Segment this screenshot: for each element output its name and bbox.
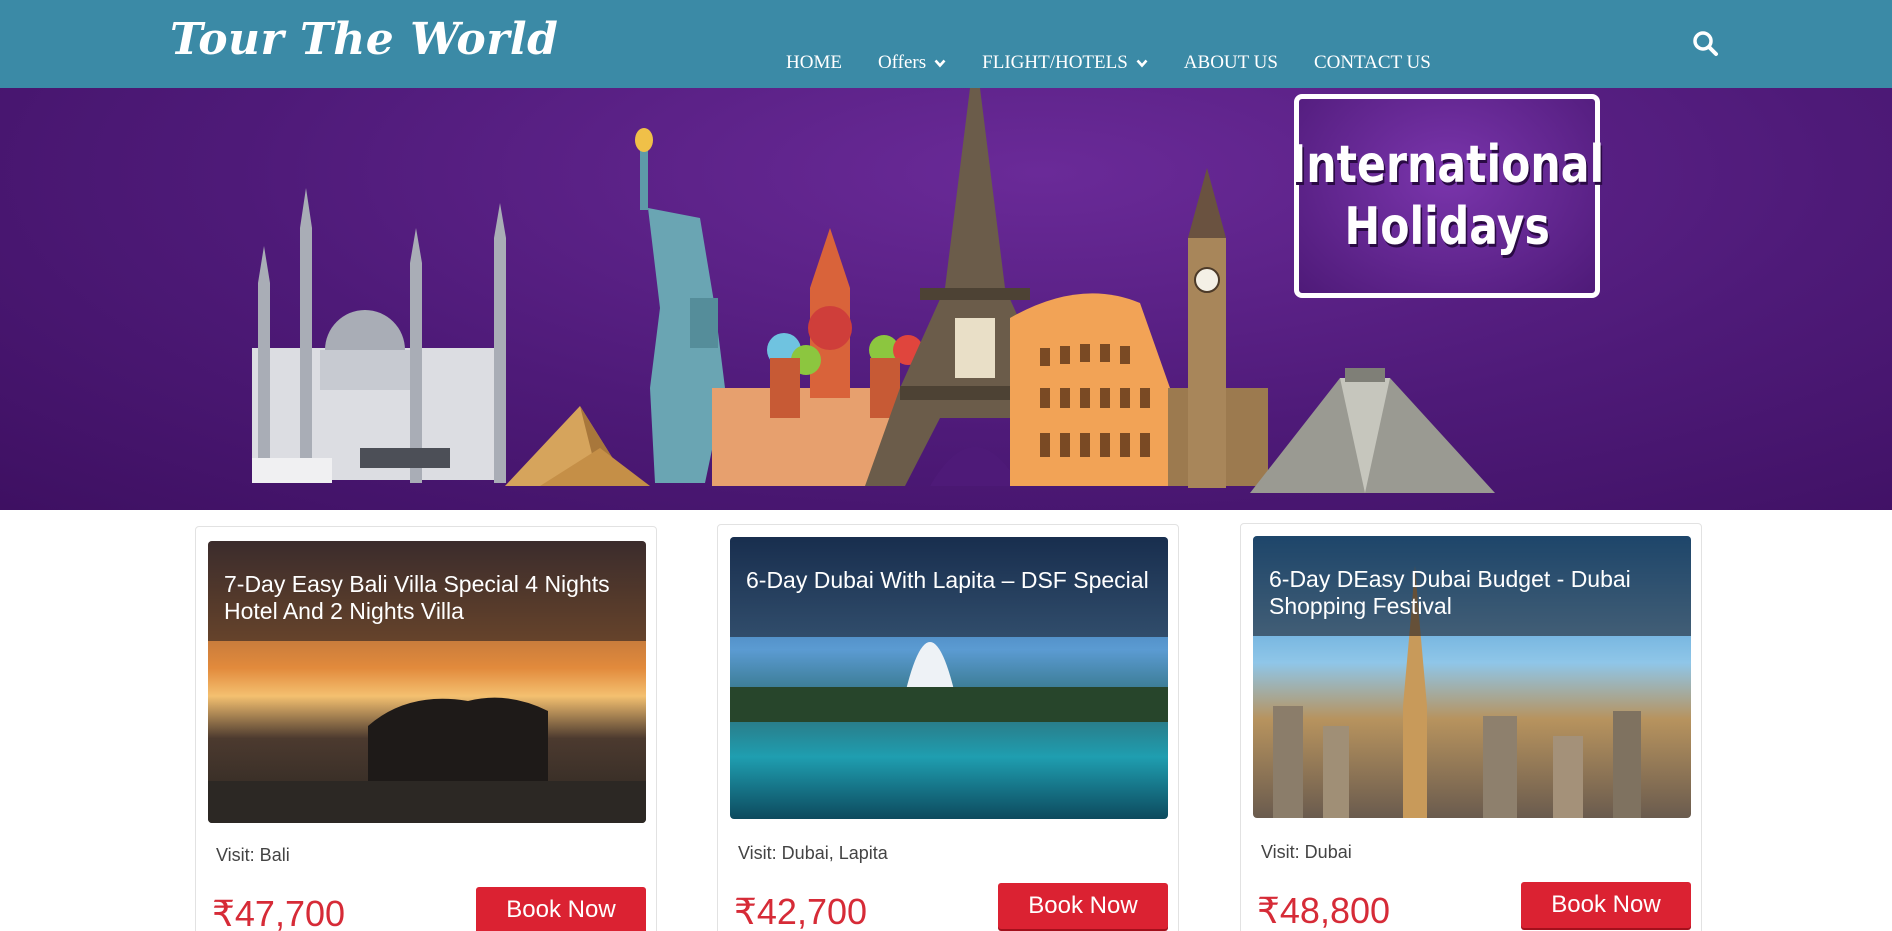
promo-line-1: International <box>1290 134 1604 195</box>
package-visit: Visit: Dubai <box>1261 842 1352 862</box>
hero-banner: International Holidays <box>0 88 1892 510</box>
book-now-button[interactable]: Book Now <box>998 883 1168 929</box>
nav-about-us[interactable]: ABOUT US <box>1184 52 1278 74</box>
package-card: 6-Day Dubai With Lapita – DSF Special Vi… <box>717 524 1179 931</box>
package-price: ₹47,700 <box>212 893 346 931</box>
nav-flight-hotels-label: FLIGHT/HOTELS <box>982 52 1128 73</box>
pyramids-icon <box>505 406 650 486</box>
package-price: ₹42,700 <box>734 891 868 931</box>
chichen-itza-icon <box>1250 368 1495 493</box>
search-icon <box>1693 31 1718 56</box>
book-now-button[interactable]: Book Now <box>1521 882 1691 928</box>
blue-mosque-icon <box>252 188 506 483</box>
nav-contact-us-label: CONTACT US <box>1313 52 1431 73</box>
package-title[interactable]: 7-Day Easy Bali Villa Special 4 Nights H… <box>208 541 646 641</box>
statue-of-liberty-icon <box>635 128 725 483</box>
nav-offers-label: Offers <box>877 52 927 73</box>
package-title[interactable]: 6-Day Dubai With Lapita – DSF Special <box>730 537 1168 637</box>
site-logo[interactable]: Tour The World <box>170 14 558 65</box>
nav-offers[interactable]: Offers <box>878 52 946 74</box>
nav-about-us-label: ABOUT US <box>1183 52 1278 73</box>
nav-contact-us[interactable]: CONTACT US <box>1314 52 1431 74</box>
book-now-button[interactable]: Book Now <box>476 887 646 931</box>
nav-home-label: HOME <box>786 52 842 73</box>
nav-flight-hotels[interactable]: FLIGHT/HOTELS <box>982 52 1148 74</box>
promo-box: International Holidays <box>1290 94 1604 298</box>
package-price: ₹48,800 <box>1257 890 1391 931</box>
nav-home[interactable]: HOME <box>786 52 842 74</box>
package-visit: Visit: Dubai, Lapita <box>738 843 888 863</box>
landmarks-illustration <box>252 88 1495 493</box>
promo-line-2: Holidays <box>1344 197 1550 257</box>
package-card: 6-Day DEasy Dubai Budget - Dubai Shoppin… <box>1240 523 1702 931</box>
package-image-dubai-lapita[interactable]: 6-Day Dubai With Lapita – DSF Special <box>730 537 1168 819</box>
package-image-bali[interactable]: 7-Day Easy Bali Villa Special 4 Nights H… <box>208 541 646 823</box>
package-title[interactable]: 6-Day DEasy Dubai Budget - Dubai Shoppin… <box>1253 536 1691 636</box>
big-ben-icon <box>1168 168 1268 488</box>
search-button[interactable] <box>1692 30 1720 58</box>
chevron-down-icon <box>1136 52 1148 74</box>
colosseum-icon <box>1010 293 1190 486</box>
package-visit: Visit: Bali <box>216 845 290 865</box>
package-card: 7-Day Easy Bali Villa Special 4 Nights H… <box>195 526 657 931</box>
package-image-dubai[interactable]: 6-Day DEasy Dubai Budget - Dubai Shoppin… <box>1253 536 1691 818</box>
chevron-down-icon <box>934 52 946 74</box>
site-header: Tour The World HOME Offers FLIGHT/HOTELS… <box>0 0 1892 88</box>
main-nav: HOME Offers FLIGHT/HOTELS ABOUT US CONTA… <box>786 52 1467 74</box>
